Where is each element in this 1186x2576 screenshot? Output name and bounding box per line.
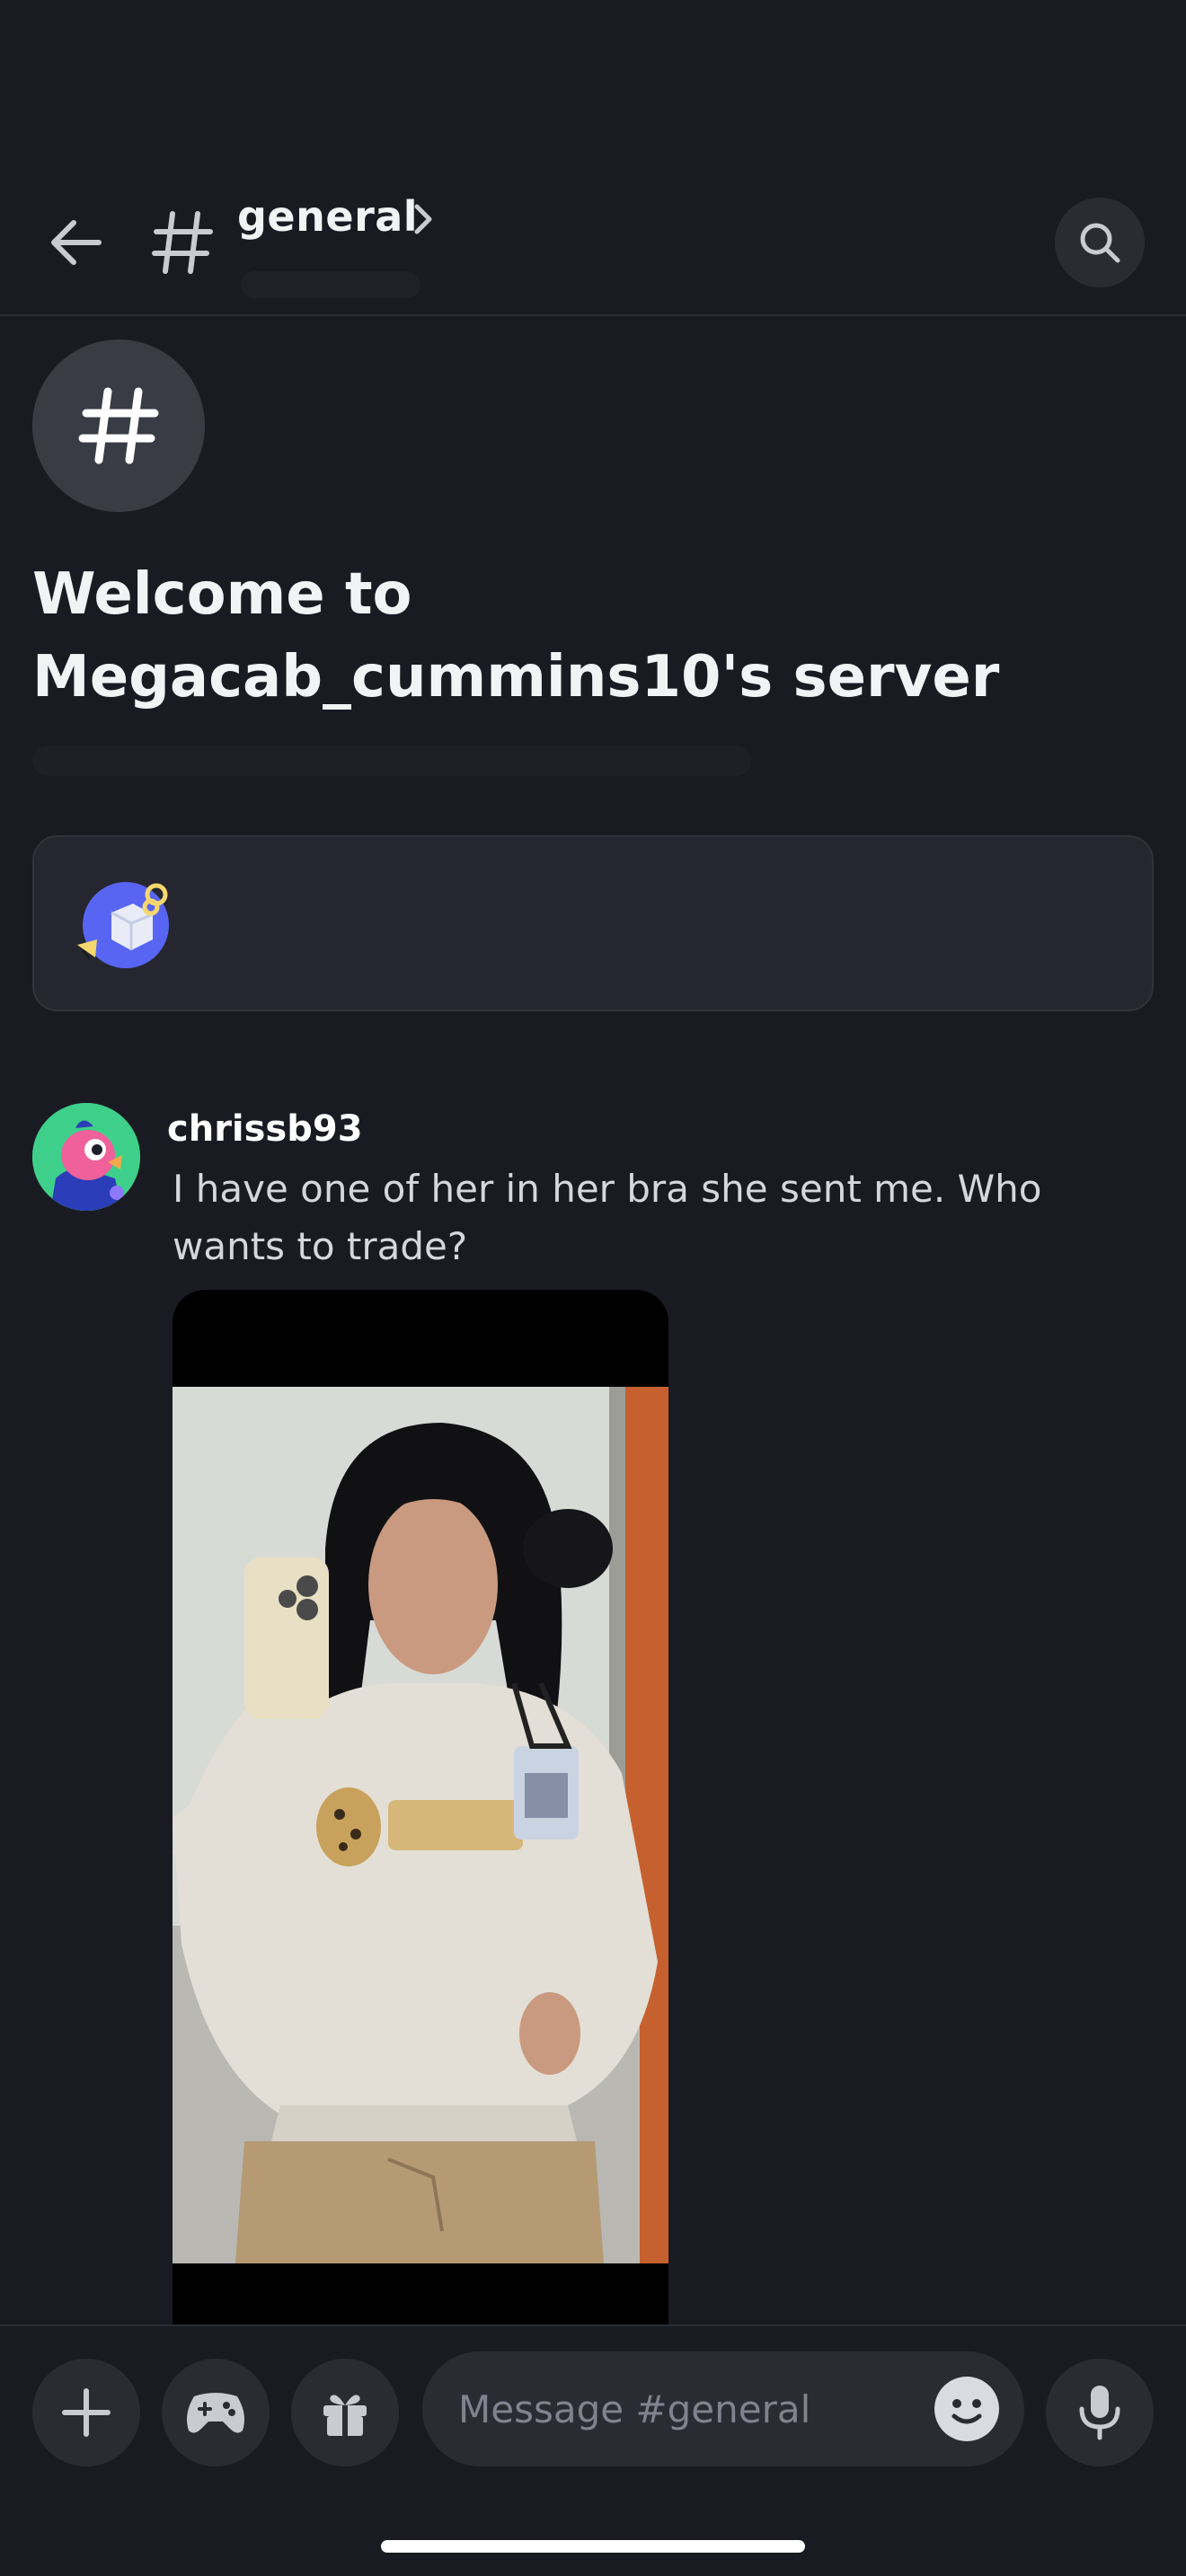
emoji-button[interactable] (934, 2377, 999, 2441)
welcome-channel-icon (32, 340, 205, 512)
microphone-icon (1079, 2386, 1120, 2440)
welcome-title: Welcome to Megacab_cummins10's server (32, 561, 1000, 710)
chevron-right-icon[interactable] (412, 201, 437, 237)
photo-illustration (173, 1387, 668, 2263)
voice-message-button[interactable] (1046, 2359, 1154, 2466)
attachment-photo (173, 1387, 668, 2263)
gift-icon (323, 2395, 367, 2436)
welcome-subtitle-placeholder (32, 745, 751, 776)
server-setup-card[interactable] (32, 835, 1154, 1011)
message-image-attachment[interactable] (173, 1290, 668, 2332)
channel-name[interactable]: general (237, 192, 418, 241)
gift-button[interactable] (291, 2359, 399, 2466)
add-attachment-button[interactable] (32, 2359, 140, 2466)
message-text: I have one of her in her bra she sent me… (173, 1167, 1042, 1268)
plus-icon (62, 2388, 111, 2437)
app-screen: general Welcome to Megacab_cummins10's s… (0, 0, 1186, 2576)
search-icon (1080, 223, 1120, 263)
home-indicator[interactable] (381, 2540, 805, 2553)
activities-button[interactable] (162, 2359, 270, 2466)
message-composer (0, 2325, 1186, 2576)
key-cube-icon (77, 882, 169, 968)
back-button[interactable] (40, 207, 111, 278)
emoji-icon (936, 2378, 997, 2439)
channel-topic-placeholder (241, 271, 420, 298)
gamepad-icon (187, 2393, 244, 2433)
avatar-image (32, 1103, 140, 1211)
arrow-left-icon (51, 220, 102, 265)
hash-icon (152, 211, 213, 274)
search-button[interactable] (1055, 198, 1145, 287)
hash-icon (78, 387, 159, 464)
channel-header: general (0, 0, 1186, 316)
avatar[interactable] (32, 1103, 140, 1211)
message-username[interactable]: chrissb93 (167, 1108, 363, 1150)
